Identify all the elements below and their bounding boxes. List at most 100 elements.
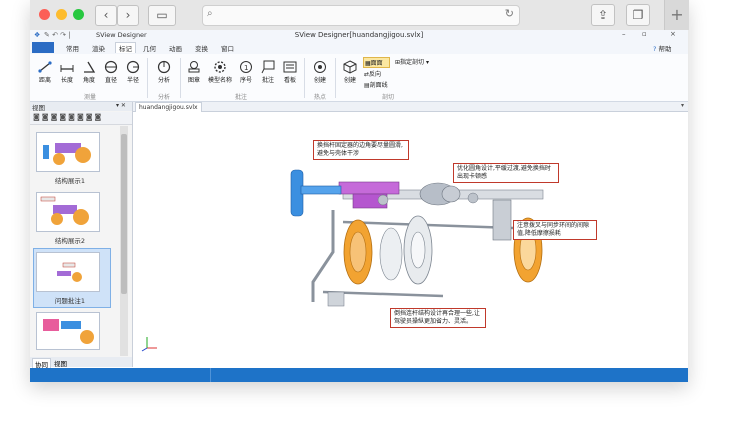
annotation-callout[interactable]: 倒挡连杆结构设计再合理一些,让驾驶员操纵更加省力、灵活。 — [390, 308, 486, 328]
browser-toolbar: ‹ › ▭ ⌕ ↻ ⇪ ❐ + — [30, 0, 689, 31]
annotation-callout[interactable]: 注意拨叉与同步环间的间隙值,降低摩擦损耗 — [513, 220, 597, 240]
thumbnail-image — [40, 196, 89, 225]
list-item[interactable]: 结构展示1 — [30, 175, 110, 185]
angle-tool[interactable]: 角度 — [80, 60, 98, 84]
group-hotspot: 热点 — [314, 94, 327, 101]
group-analysis: 分析 — [158, 94, 171, 101]
camera-icon[interactable]: ◙◙◙◙◙◙◙◙ — [33, 113, 103, 121]
distance-tool[interactable]: 距离 — [36, 60, 54, 84]
length-tool[interactable]: 长度 — [58, 60, 76, 84]
thumbnail-image — [43, 143, 91, 165]
views-panel-header: 视图 ▾ ✕ — [30, 102, 132, 112]
length-icon — [60, 65, 74, 72]
views-panel: 视图 ▾ ✕ ◙◙◙◙◙◙◙◙ 结构展示1 结构展示2 问题批注1 — [30, 102, 133, 367]
model-name-icon — [214, 61, 226, 73]
annotate-tool[interactable]: 批注 — [259, 60, 277, 84]
views-panel-title: 视图 — [32, 104, 45, 112]
view-thumbnail[interactable] — [36, 252, 100, 292]
address-bar[interactable]: ⌕ ↻ — [202, 5, 520, 26]
thumbnail-image — [57, 262, 82, 282]
analyze-tool[interactable]: 分析 — [154, 60, 174, 84]
list-item[interactable]: 结构展示2 — [30, 235, 110, 245]
thumbnail-image — [43, 319, 94, 344]
reverse-option[interactable]: ⇄反向 — [364, 69, 388, 78]
analyze-icon — [157, 60, 171, 74]
close-window-button[interactable] — [39, 9, 50, 20]
board-icon — [283, 61, 297, 73]
tab-markup[interactable]: 标记 — [115, 42, 136, 53]
tab-dropdown-icon[interactable]: ▾ — [681, 102, 684, 109]
hotspot-icon — [314, 61, 326, 73]
board-tool[interactable]: 看板 — [281, 60, 299, 84]
status-bar — [30, 368, 688, 382]
status-divider — [210, 368, 211, 382]
dropdown-icon: ▾ — [424, 59, 429, 66]
create-hotspot-tool[interactable]: 创建 — [310, 60, 330, 84]
viewport[interactable]: huandangjigou.svlx ▾ 换挡杆固定器的边角要尽量圆滑,避免与壳… — [133, 102, 688, 367]
angle-icon — [84, 61, 96, 73]
sequence-icon: 1 — [240, 61, 252, 73]
group-measure: 测量 — [84, 94, 97, 101]
sidebar-icon[interactable]: ▭ — [148, 5, 176, 26]
share-icon[interactable]: ⇪ — [591, 4, 615, 26]
create-section-tool[interactable]: 创建 — [340, 60, 360, 84]
ribbon-panel: 距离 长度 角度 直径 半径 测量 分析 分析 图章 模型名称 1 序号 批注 … — [30, 54, 688, 102]
window-title: SView Designer[huandangjigou.svlx] — [294, 31, 424, 39]
section-cube-icon — [343, 60, 357, 74]
tab-views[interactable]: 视图 — [54, 358, 67, 368]
sequence-tool[interactable]: 1 序号 — [237, 60, 255, 84]
radius-tool[interactable]: 半径 — [124, 60, 142, 84]
ribbon-separator — [180, 58, 181, 98]
reload-icon[interactable]: ↻ — [505, 7, 514, 20]
plane-option[interactable]: ▦面面 — [363, 57, 390, 68]
zoom-window-button[interactable] — [73, 9, 84, 20]
tab-geometry[interactable]: 几何 — [143, 43, 156, 53]
minimize-window-button[interactable] — [56, 9, 67, 20]
annotation-callout[interactable]: 换挡杆固定器的边角要尽量圆滑,避免与壳体干涉 — [313, 140, 409, 160]
forward-icon[interactable]: › — [117, 5, 139, 26]
ribbon-separator — [147, 58, 148, 98]
radius-icon — [126, 60, 140, 74]
model-name-tool[interactable]: 模型名称 — [206, 60, 234, 84]
app-frame: ‹ › ▭ ⌕ ↻ ⇪ ❐ + ❖ ✎ ↶ ↷ | SView Designer… — [30, 0, 689, 382]
stamp-tool[interactable]: 图章 — [184, 60, 204, 84]
tab-transform[interactable]: 变换 — [195, 43, 208, 53]
ribbon-separator — [304, 58, 305, 98]
annotation-callout[interactable]: 优化圆角设计,平缓过渡,避免换挡时出现卡顿感 — [453, 163, 559, 183]
tab-animation[interactable]: 动画 — [169, 43, 182, 53]
group-annotation: 批注 — [235, 94, 248, 101]
help-label: 帮助 — [658, 45, 672, 53]
document-tab[interactable]: huandangjigou.svlx — [135, 102, 202, 112]
view-thumbnail[interactable] — [36, 192, 100, 232]
group-section: 剖切 — [382, 94, 395, 101]
file-menu-button[interactable] — [32, 42, 54, 53]
view-thumbnail[interactable] — [36, 132, 100, 172]
tab-render[interactable]: 渲染 — [92, 43, 105, 53]
ribbon-tabs: 常用 渲染 标记 几何 动画 变换 窗口 ? 帮助 — [30, 42, 688, 54]
annotate-icon — [261, 60, 275, 74]
specify-section-option[interactable]: ⊞指定剖切 ▾ — [395, 57, 439, 66]
distance-icon — [38, 61, 52, 73]
tab-window[interactable]: 窗口 — [221, 43, 234, 53]
section-line-option[interactable]: ▤剖面线 — [364, 80, 394, 89]
help-button[interactable]: ? 帮助 — [653, 43, 672, 53]
diameter-tool[interactable]: 直径 — [102, 60, 120, 84]
svg-text:1: 1 — [244, 64, 248, 72]
axis-triad-icon — [141, 337, 157, 352]
document-tabbar: huandangjigou.svlx ▾ — [133, 102, 688, 112]
views-toolbar: ◙◙◙◙◙◙◙◙ — [30, 112, 132, 125]
tabs-overview-icon[interactable]: ❐ — [626, 4, 650, 26]
stamp-icon — [188, 61, 200, 73]
ribbon-separator — [335, 58, 336, 98]
view-thumbnail[interactable] — [36, 312, 100, 350]
back-icon[interactable]: ‹ — [95, 5, 117, 26]
panel-tabs: 协同 视图 — [30, 357, 132, 370]
list-item[interactable]: 问题批注1 — [30, 295, 110, 305]
diameter-icon — [104, 60, 118, 74]
new-tab-icon[interactable]: + — [664, 0, 689, 30]
help-icon: ? — [653, 45, 657, 53]
views-scrollbar[interactable] — [120, 126, 128, 356]
scroll-thumb[interactable] — [121, 134, 127, 294]
pin-icon[interactable]: ▾ ✕ — [116, 102, 126, 109]
tab-common[interactable]: 常用 — [66, 43, 79, 53]
